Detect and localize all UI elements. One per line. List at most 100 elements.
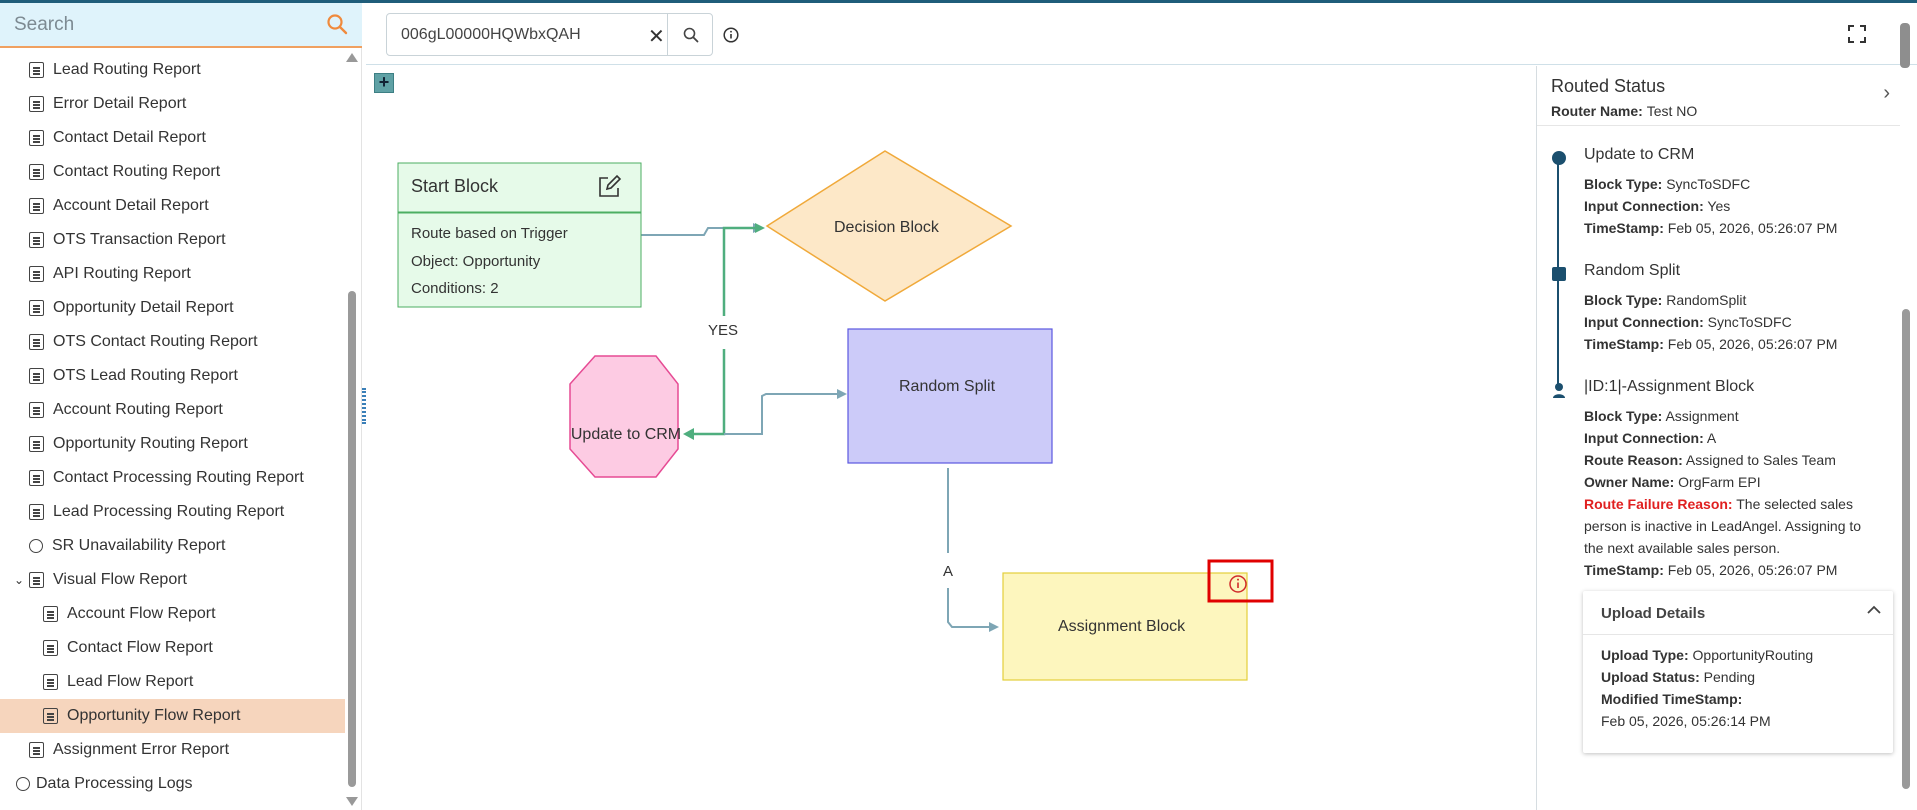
sidebar-item-label: SR Unavailability Report: [52, 537, 226, 554]
sidebar-scroll-thumb[interactable]: [348, 291, 356, 787]
connector-yes: [722, 226, 761, 316]
value: A: [1706, 430, 1717, 446]
upload-details-title: Upload Details: [1601, 605, 1706, 622]
value: OpportunityRouting: [1692, 647, 1814, 663]
sidebar-item-contact-routing-report[interactable]: Contact Routing Report: [0, 155, 345, 189]
flow-canvas[interactable]: + Start Block Route based on Trigger Obj…: [366, 66, 1536, 810]
sidebar-item-label: Account Routing Report: [53, 401, 223, 418]
sidebar-item-label: Visual Flow Report: [53, 571, 187, 588]
sidebar-item-lead-flow-report[interactable]: Lead Flow Report: [0, 665, 345, 699]
search-icon[interactable]: [326, 13, 348, 35]
label: TimeStamp:: [1584, 220, 1664, 236]
info-icon[interactable]: [723, 27, 739, 43]
flow-connectors: [397, 150, 1274, 681]
entry-timestamp: TimeStamp: Feb 05, 2026, 05:26:07 PM: [1584, 562, 1837, 578]
entry-block-type: Block Type: SyncToSDFC: [1584, 176, 1750, 192]
label: Owner Name:: [1584, 474, 1675, 490]
entry-route-reason: Route Reason: Assigned to Sales Team: [1584, 452, 1836, 468]
record-search-field[interactable]: 006gL00000HQWbxQAH ✕: [386, 13, 713, 56]
sidebar-item-sr-unavailability-report[interactable]: SR Unavailability Report: [0, 529, 345, 563]
sidebar-item-visual-flow-report[interactable]: ⌄ Visual Flow Report: [0, 563, 345, 597]
sidebar-item-lead-routing-report[interactable]: Lead Routing Report: [0, 53, 345, 87]
sidebar-item-opportunity-routing-report[interactable]: Opportunity Routing Report: [0, 427, 345, 461]
sidebar-item-label: Account Detail Report: [53, 197, 209, 214]
sidebar-item-label: Contact Detail Report: [53, 129, 206, 146]
label: Block Type:: [1584, 176, 1663, 192]
upload-modified-label: Modified TimeStamp:: [1601, 691, 1743, 707]
logs-icon: [16, 777, 30, 791]
record-id-input[interactable]: 006gL00000HQWbxQAH: [387, 26, 627, 44]
chevron-up-icon[interactable]: [1867, 605, 1881, 615]
report-icon: [29, 504, 44, 520]
sidebar-item-error-detail-report[interactable]: Error Detail Report: [0, 87, 345, 121]
app-root: Search Lead Routing Report Error Detail …: [0, 0, 1917, 810]
scroll-up-icon[interactable]: [346, 53, 358, 62]
update-crm-block[interactable]: [569, 355, 679, 478]
label: Block Type:: [1584, 408, 1663, 424]
circle-marker-icon: [1552, 151, 1566, 165]
sidebar-item-label: Opportunity Detail Report: [53, 299, 234, 316]
sidebar-item-label: Contact Flow Report: [67, 639, 213, 656]
report-icon: [29, 62, 44, 78]
sidebar-item-account-detail-report[interactable]: Account Detail Report: [0, 189, 345, 223]
sidebar-item-label: Contact Processing Routing Report: [53, 469, 304, 486]
sidebar-item-assignment-error-report[interactable]: Assignment Error Report: [0, 733, 345, 767]
failure-label: Route Failure Reason:: [1584, 496, 1733, 512]
chevron-down-icon[interactable]: ⌄: [14, 573, 24, 587]
sidebar-item-label: Lead Flow Report: [67, 673, 194, 690]
sidebar-item-label: OTS Lead Routing Report: [53, 367, 238, 384]
sidebar-scrollbar[interactable]: [345, 51, 359, 809]
sidebar-item-opportunity-detail-report[interactable]: Opportunity Detail Report: [0, 291, 345, 325]
upload-details-header[interactable]: Upload Details: [1583, 591, 1893, 635]
chevron-right-icon[interactable]: ›: [1883, 82, 1890, 105]
sidebar-search[interactable]: Search: [0, 3, 362, 48]
sidebar-item-ots-contact-routing-report[interactable]: OTS Contact Routing Report: [0, 325, 345, 359]
fullscreen-icon[interactable]: [1848, 25, 1866, 43]
panel-scroll-thumb[interactable]: [1902, 309, 1910, 789]
sidebar-item-contact-processing-routing-report[interactable]: Contact Processing Routing Report: [0, 461, 345, 495]
value: Feb 05, 2026, 05:26:07 PM: [1667, 562, 1838, 578]
random-split-block[interactable]: [847, 328, 1053, 464]
record-search-button[interactable]: [667, 14, 713, 55]
person-marker-icon: [1553, 383, 1565, 398]
sidebar-item-account-flow-report[interactable]: Account Flow Report: [0, 597, 345, 631]
entry-failure-reason: Route Failure Reason: The selected sales…: [1584, 493, 1874, 559]
router-name-value: Test NO: [1646, 103, 1698, 119]
entry-block-type: Block Type: RandomSplit: [1584, 292, 1746, 308]
sidebar-item-label: Assignment Error Report: [53, 741, 230, 758]
report-icon: [29, 130, 44, 146]
sidebar-item-contact-flow-report[interactable]: Contact Flow Report: [0, 631, 345, 665]
sidebar-item-label: Contact Routing Report: [53, 163, 221, 180]
sidebar-item-label: Error Detail Report: [53, 95, 187, 112]
assignment-block-label: Assignment Block: [1058, 618, 1186, 635]
chart-icon: [29, 164, 44, 180]
report-icon: [29, 742, 44, 758]
sidebar-item-data-processing-logs[interactable]: Data Processing Logs: [0, 767, 345, 801]
sidebar-item-api-routing-report[interactable]: API Routing Report: [0, 257, 345, 291]
label: Upload Status:: [1601, 669, 1700, 685]
entry-input: Input Connection: SyncToSDFC: [1584, 314, 1792, 330]
search-icon: [683, 27, 698, 42]
report-icon: [43, 674, 58, 690]
entry-timestamp: TimeStamp: Feb 05, 2026, 05:26:07 PM: [1584, 336, 1837, 352]
sidebar-item-ots-lead-routing-report[interactable]: OTS Lead Routing Report: [0, 359, 345, 393]
label: Upload Type:: [1601, 647, 1689, 663]
start-block-line1: Route based on Trigger: [411, 225, 568, 242]
connector-yes-lower: [686, 349, 726, 436]
arrowhead: [837, 389, 847, 399]
sidebar-item-label: Account Flow Report: [67, 605, 216, 622]
value: SyncToSDFC: [1666, 176, 1751, 192]
sidebar-item-contact-detail-report[interactable]: Contact Detail Report: [0, 121, 345, 155]
label: TimeStamp:: [1584, 562, 1664, 578]
value: Assignment: [1665, 408, 1739, 424]
upload-details-card: Upload Details Upload Type: OpportunityR…: [1583, 591, 1893, 753]
sidebar-item-account-routing-report[interactable]: Account Routing Report: [0, 393, 345, 427]
sidebar-item-lead-processing-routing-report[interactable]: Lead Processing Routing Report: [0, 495, 345, 529]
sidebar-item-opportunity-flow-report[interactable]: Opportunity Flow Report: [0, 699, 345, 733]
clear-icon[interactable]: ✕: [648, 24, 665, 49]
a-label: A: [943, 563, 954, 580]
scroll-down-icon[interactable]: [346, 797, 358, 806]
sidebar-item-ots-transaction-report[interactable]: OTS Transaction Report: [0, 223, 345, 257]
page-scroll-thumb[interactable]: [1900, 23, 1910, 68]
arrowhead: [755, 223, 765, 233]
